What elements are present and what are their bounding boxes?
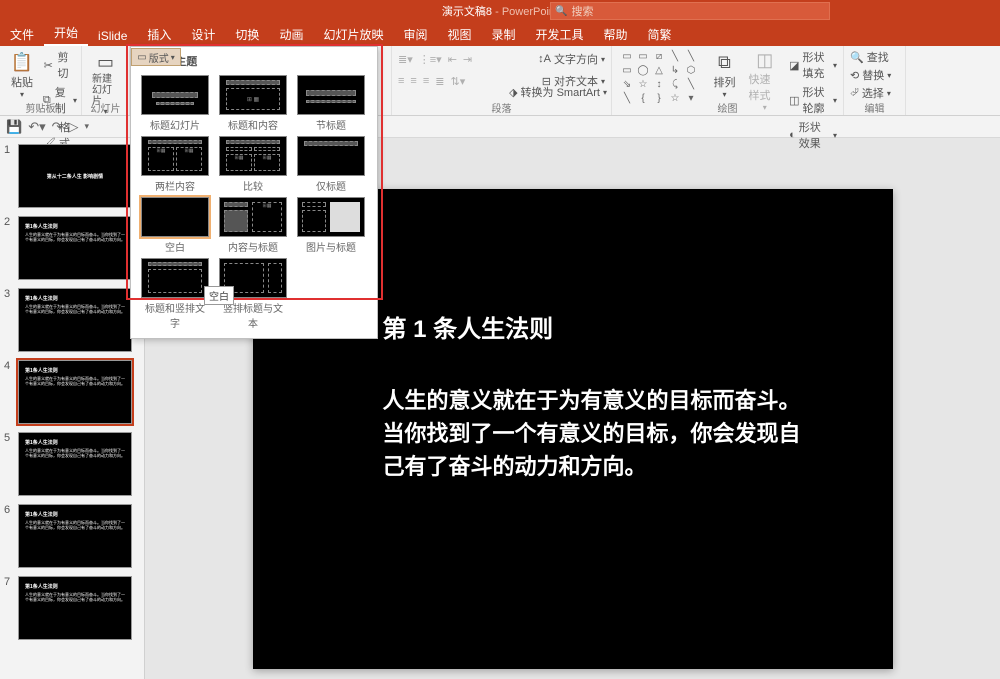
find-button[interactable]: 🔍查找: [850, 48, 899, 66]
tab-record[interactable]: 录制: [482, 23, 526, 46]
tab-design[interactable]: 设计: [181, 23, 225, 46]
new-slide-icon: ▭: [94, 50, 118, 74]
replace-button[interactable]: ⟲替换▾: [850, 66, 899, 84]
ribbon-tabs: 文件 开始 iSlide 插入 设计 切换 动画 幻灯片放映 审阅 视图 录制 …: [0, 22, 1000, 46]
tab-help[interactable]: 帮助: [594, 23, 638, 46]
cut-button[interactable]: ✂剪切: [42, 48, 77, 82]
slide-body[interactable]: 人生的意义就在于为有意义的目标而奋斗。当你找到了一个有意义的目标，你会发现自己有…: [383, 384, 803, 483]
search-icon: 🔍: [555, 6, 567, 17]
text-direction-button[interactable]: ↕A文字方向▾: [538, 50, 605, 68]
group-label: 剪贴板: [0, 100, 81, 115]
layout-icon: ▭: [137, 52, 146, 63]
tab-animations[interactable]: 动画: [269, 23, 313, 46]
align-right-icon[interactable]: ≡: [423, 75, 429, 87]
select-icon: ⮰: [850, 87, 859, 100]
quick-styles-button[interactable]: ◫ 快速样式▾: [744, 48, 785, 104]
align-justify-icon[interactable]: ≣: [435, 75, 444, 88]
mouse-cursor: ↖: [174, 272, 184, 286]
group-editing: 🔍查找 ⟲替换▾ ⮰选择▾ 编辑: [844, 46, 906, 115]
thumbnail-6[interactable]: 第1条人生法则人生的意义就在于为有意义的目标而奋斗。当你找到了一个有意义的目标，…: [18, 504, 132, 568]
smartart-button[interactable]: ⬗转换为 SmartArt▾: [509, 83, 607, 101]
cut-icon: ✂: [42, 58, 54, 72]
effects-icon: ◐: [789, 129, 796, 141]
thumbnail-4[interactable]: 第1条人生法则人生的意义就在于为有意义的目标而奋斗。当你找到了一个有意义的目标，…: [18, 360, 132, 424]
paste-icon: 📋: [10, 50, 34, 74]
tab-simptrad[interactable]: 简繁: [638, 23, 682, 46]
app-name: - PowerPoint: [495, 6, 558, 18]
layout-option-title-only[interactable]: 仅标题: [297, 136, 365, 193]
window-title: 演示文稿8 - PowerPoint: [442, 3, 558, 19]
slide-title[interactable]: 第 1 条人生法则: [383, 309, 803, 344]
thumbnail-7[interactable]: 第1条人生法则人生的意义就在于为有意义的目标而奋斗。当你找到了一个有意义的目标，…: [18, 576, 132, 640]
group-paragraph: ≣▾ ⋮≡▾ ⇤ ⇥ ↕A文字方向▾ ≡ ≡ ≡ ≣ ⇅▾ ⊟对齐文本▾ ⬗转换…: [392, 46, 612, 115]
shapes-gallery[interactable]: ▭▭⧄╲╲▭◯ △↳⬡⇘☆↕ ⤹╲╲{}☆▾: [618, 48, 704, 104]
tab-view[interactable]: 视图: [437, 23, 481, 46]
layout-option-two-content[interactable]: ⊞▦⊞▦ 两栏内容: [141, 136, 209, 193]
group-clipboard: 📋 粘贴 ▾ ✂剪切 ⧉复制▾ 🖌格式刷 剪贴板: [0, 46, 82, 115]
numbering-icon[interactable]: ⋮≡▾: [419, 53, 442, 66]
thumbnail-5[interactable]: 第1条人生法则人生的意义就在于为有意义的目标而奋斗。当你找到了一个有意义的目标，…: [18, 432, 132, 496]
line-spacing-icon[interactable]: ⇅▾: [450, 75, 465, 88]
thumbnail-3[interactable]: 第1条人生法则人生的意义就在于为有意义的目标而奋斗。当你找到了一个有意义的目标，…: [18, 288, 132, 352]
tab-file[interactable]: 文件: [0, 23, 44, 46]
title-bar: 演示文稿8 - PowerPoint 🔍 搜索: [0, 0, 1000, 22]
tab-review[interactable]: 审阅: [393, 23, 437, 46]
search-box[interactable]: 🔍 搜索: [550, 2, 830, 20]
find-icon: 🔍: [850, 51, 864, 64]
layout-option-comparison[interactable]: ⊞▦⊞▦ 比较: [219, 136, 287, 193]
thumbnail-1[interactable]: 第从十二条人生 影响剧情: [18, 144, 132, 208]
bullets-icon[interactable]: ≣▾: [398, 53, 413, 66]
layout-option-picture-caption[interactable]: 图片与标题: [297, 197, 365, 254]
tab-developer[interactable]: 开发工具: [526, 23, 594, 46]
align-left-icon[interactable]: ≡: [398, 75, 404, 87]
tab-slideshow[interactable]: 幻灯片放映: [313, 23, 393, 46]
tab-insert[interactable]: 插入: [137, 23, 181, 46]
search-placeholder: 搜索: [571, 3, 593, 19]
doc-name: 演示文稿8: [442, 6, 492, 18]
chevron-down-icon: ▾: [171, 53, 175, 62]
group-slides: ▭ 新建 幻灯片 ▾ 幻灯片: [82, 46, 130, 115]
shape-fill-button[interactable]: ◪形状填充▾: [789, 48, 837, 82]
tab-islide[interactable]: iSlide: [88, 26, 137, 46]
group-drawing: ▭▭⧄╲╲▭◯ △↳⬡⇘☆↕ ⤹╲╲{}☆▾ ⧉ 排列▾ ◫ 快速样式▾ ◪形状…: [612, 46, 844, 115]
tab-transitions[interactable]: 切换: [225, 23, 269, 46]
fill-icon: ◪: [789, 59, 799, 72]
indent-right-icon[interactable]: ⇥: [463, 53, 472, 66]
layout-option-section-header[interactable]: 节标题: [297, 75, 365, 132]
smartart-icon: ⬗: [509, 86, 517, 99]
layout-option-title-content[interactable]: ⊞ ▦ 标题和内容: [219, 75, 287, 132]
layout-dropdown: Office 主题 标题幻灯片 ⊞ ▦ 标题和内容 节标题 ⊞▦⊞▦ 两栏内容 …: [130, 46, 378, 339]
save-icon[interactable]: 💾: [6, 119, 22, 135]
arrange-button[interactable]: ⧉ 排列▾: [708, 48, 740, 104]
indent-left-icon[interactable]: ⇤: [448, 53, 457, 66]
text-direction-icon: ↕A: [538, 53, 551, 65]
qat-customize-icon[interactable]: ▾: [85, 121, 90, 132]
chevron-down-icon: ▾: [20, 90, 24, 99]
layout-option-content-caption[interactable]: ⊞▦ 内容与标题: [219, 197, 287, 254]
layout-option-blank[interactable]: 空白: [141, 197, 209, 254]
arrange-icon: ⧉: [712, 50, 736, 74]
quick-styles-icon: ◫: [753, 50, 777, 71]
tab-home[interactable]: 开始: [44, 21, 88, 46]
paste-button[interactable]: 📋 粘贴 ▾: [6, 48, 38, 104]
layout-option-title-vertical[interactable]: 标题和竖排文字: [141, 258, 209, 330]
slide-thumbnails[interactable]: 1 第从十二条人生 影响剧情 2 第1条人生法则人生的意义就在于为有意义的目标而…: [0, 138, 145, 679]
layout-option-title-slide[interactable]: 标题幻灯片: [141, 75, 209, 132]
thumbnail-2[interactable]: 第1条人生法则人生的意义就在于为有意义的目标而奋斗。当你找到了一个有意义的目标，…: [18, 216, 132, 280]
layout-tooltip: 空白: [204, 286, 234, 305]
replace-icon: ⟲: [850, 69, 859, 82]
shape-effects-button[interactable]: ◐形状效果▾: [789, 118, 837, 152]
layout-button[interactable]: ▭ 版式 ▾: [131, 48, 181, 66]
align-center-icon[interactable]: ≡: [410, 75, 416, 87]
